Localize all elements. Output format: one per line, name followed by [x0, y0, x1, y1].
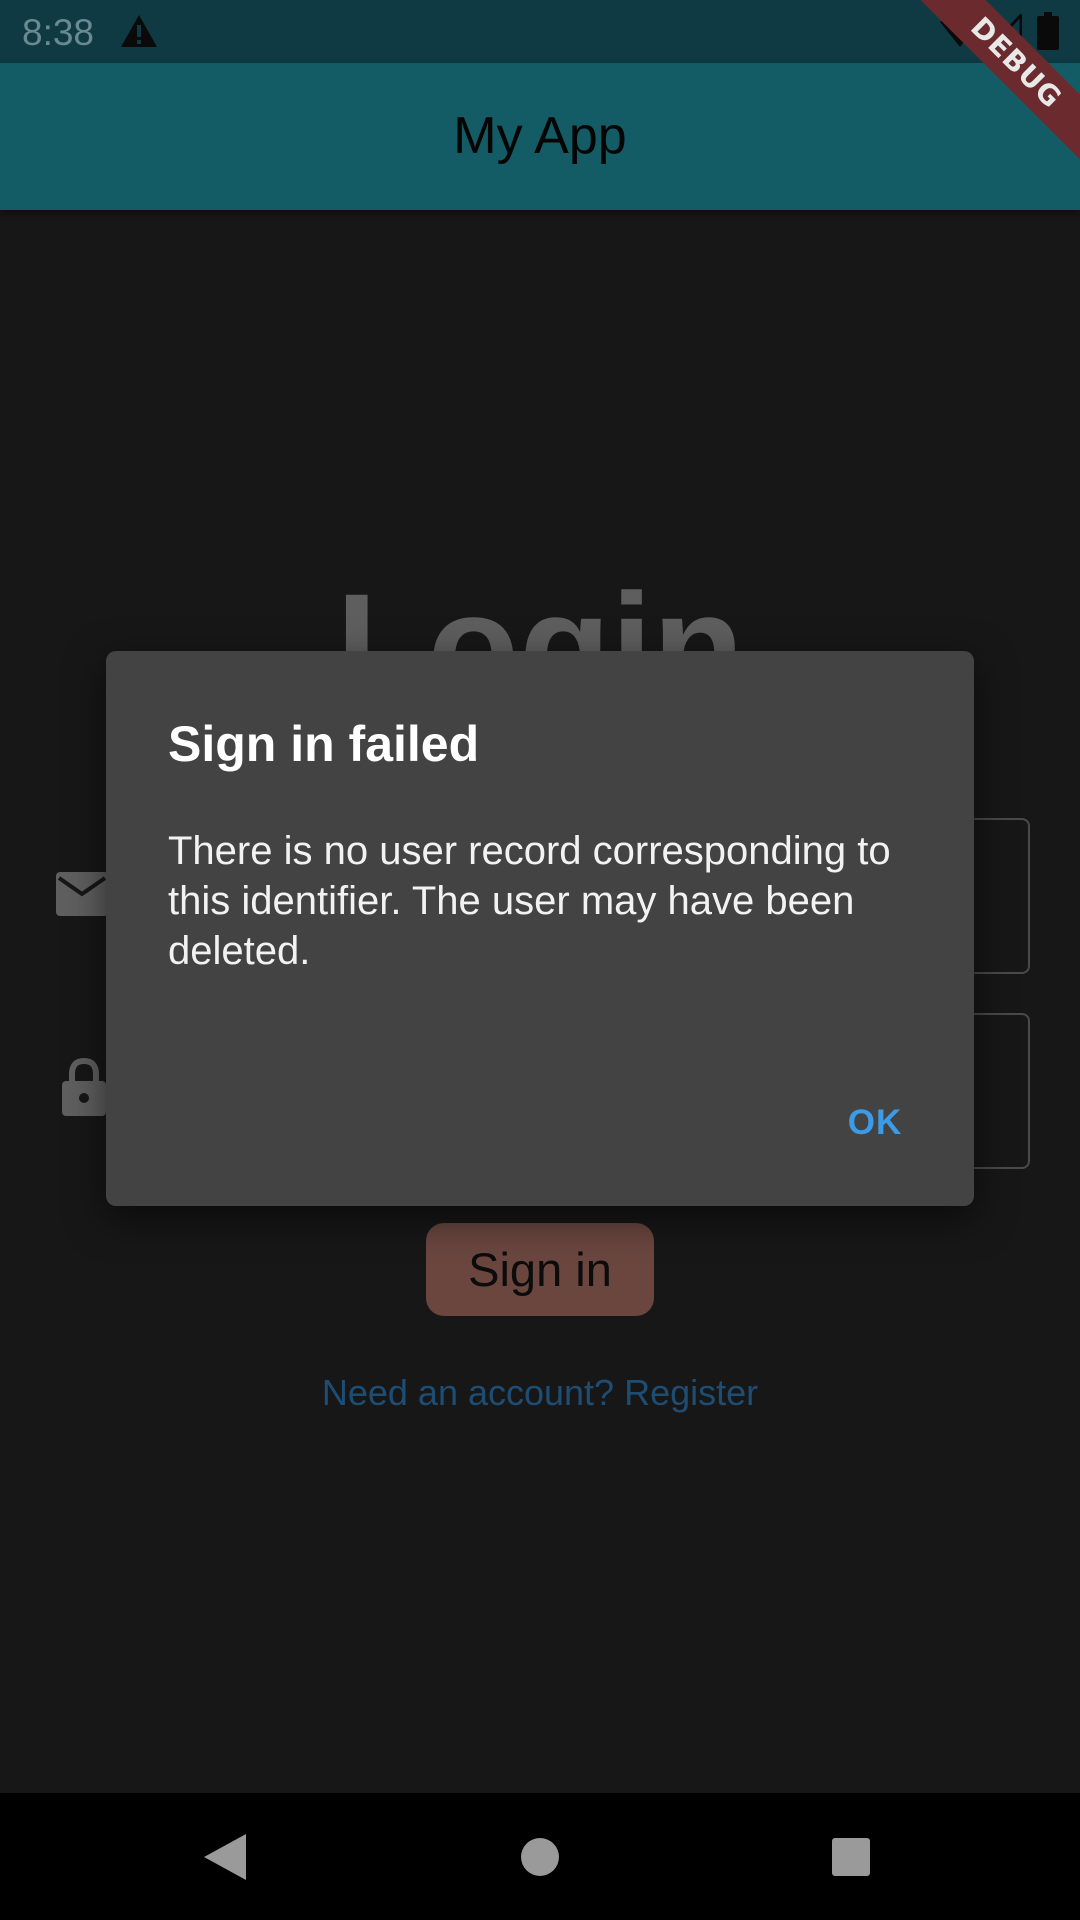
home-icon[interactable] — [520, 1837, 560, 1877]
dialog-title: Sign in failed — [168, 716, 480, 772]
dialog-message: There is no user record corresponding to… — [168, 829, 891, 973]
recents-icon[interactable] — [832, 1838, 870, 1876]
screen: 8:38 My App Login Sign in Need an accoun… — [0, 0, 1080, 1920]
navigation-bar — [0, 1793, 1080, 1920]
ok-button[interactable]: OK — [820, 1085, 930, 1161]
back-icon[interactable] — [204, 1834, 246, 1880]
error-dialog: Sign in failed There is no user record c… — [106, 651, 974, 1206]
